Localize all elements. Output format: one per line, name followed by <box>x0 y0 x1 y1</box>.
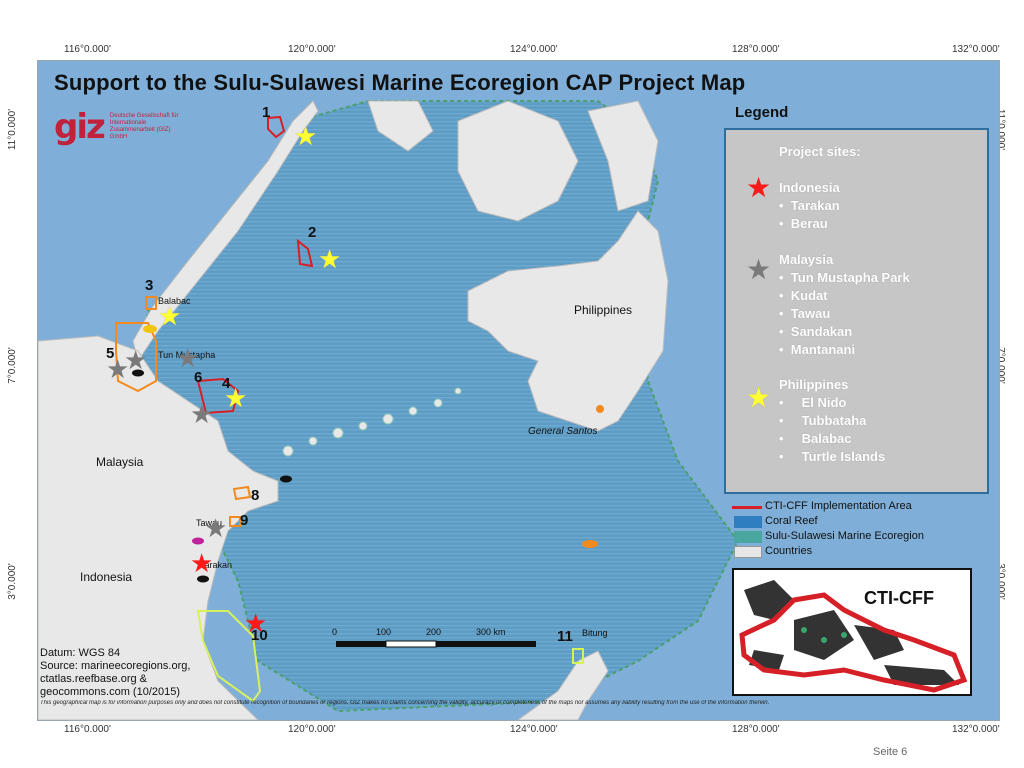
legend-site-turtle-islands: • Turtle Islands <box>779 449 886 464</box>
legend-site-kudat: • Kudat <box>779 288 828 303</box>
star-indonesia-berau: ★ <box>244 608 268 638</box>
scale-bar <box>336 640 536 648</box>
datum-source: Datum: WGS 84 Source: marineecoregions.o… <box>40 647 191 698</box>
coord-top-124: 124°0.000' <box>510 44 558 55</box>
key-label-ecoregion: Sulu-Sulawesi Marine Ecoregion <box>765 530 924 542</box>
coord-bottom-128: 128°0.000' <box>732 724 780 735</box>
key-label-countries: Countries <box>765 545 813 557</box>
inset-map <box>734 570 970 694</box>
star-philippines-balabac: ★ <box>158 301 182 331</box>
coord-left-3: 3°0.000' <box>6 563 18 600</box>
legend-site-berau: • Berau <box>779 216 828 231</box>
legend-site-mantanani: • Mantanani <box>779 342 856 357</box>
star-philippines-el-nido: ★ <box>294 121 318 151</box>
key-swatch-coral <box>734 516 762 528</box>
coord-bottom-124: 124°0.000' <box>510 724 558 735</box>
coord-bottom-132: 132°0.000' <box>952 724 1000 735</box>
coord-left-11: 11°0.000' <box>7 108 19 151</box>
star-malaysia-kudat: ★ <box>176 343 200 373</box>
legend-site-tun-mustapha: • Tun Mustapha Park <box>779 270 910 285</box>
coord-top-132: 132°0.000' <box>952 44 1000 55</box>
scale-label-300km: 300 km <box>476 627 506 637</box>
inset-title: CTI-CFF <box>864 588 934 608</box>
label-general-santos: General Santos <box>528 426 598 437</box>
legend-site-tarakan: • Tarakan <box>779 198 840 213</box>
legend-site-tawau: • Tawau <box>779 306 831 321</box>
site-number-1: 1 <box>262 104 271 121</box>
giz-logo: giz <box>54 107 106 147</box>
scale-label-100: 100 <box>376 627 392 637</box>
giz-logo-block: giz Deutsche Gesellschaft für Internatio… <box>54 110 180 144</box>
star-malaysia-tawau: ★ <box>204 513 228 543</box>
label-philippines: Philippines <box>574 303 633 317</box>
site-number-11: 11 <box>557 628 573 645</box>
site-number-2: 2 <box>308 224 317 241</box>
site-number-8: 8 <box>251 487 260 504</box>
legend-site-balabac: • Balabac <box>779 431 852 446</box>
key-swatch-ecoregion <box>734 531 762 543</box>
legend-title: Legend <box>735 104 789 121</box>
legend-star-philippines: ★ <box>746 382 772 413</box>
legend-star-malaysia: ★ <box>746 254 772 285</box>
site-number-3: 3 <box>145 277 154 294</box>
star-philippines-turtle-islands: ★ <box>224 383 248 413</box>
map-title: Support to the Sulu-Sulawesi Marine Ecor… <box>54 70 746 95</box>
coord-left-7: 7°0.000' <box>6 347 18 384</box>
giz-org-text: Deutsche Gesellschaft für Internationale… <box>109 113 179 140</box>
legend-site-sandakan: • Sandakan <box>779 324 853 339</box>
coord-top-116: 116°0.000' <box>64 44 111 55</box>
star-philippines-tubbataha: ★ <box>318 244 342 274</box>
key-label-cti: CTI-CFF Implementation Area <box>765 500 912 512</box>
key-swatch-cti <box>732 506 762 509</box>
legend-country-malaysia: Malaysia <box>779 252 834 267</box>
legend-site-el-nido: • El Nido <box>779 395 847 410</box>
star-malaysia-tun-mustapha: ★ <box>124 345 148 375</box>
legend-box: Project sites: ★ Indonesia • Tarakan • B… <box>724 128 989 494</box>
scale-label-200: 200 <box>426 627 442 637</box>
legend-country-philippines: Philippines <box>779 377 849 392</box>
key-label-coral: Coral Reef <box>765 515 818 527</box>
disclaimer-text: This geographical map is for information… <box>40 700 770 706</box>
star-malaysia-sandakan: ★ <box>190 399 214 429</box>
scale-label-0: 0 <box>332 627 338 637</box>
label-indonesia: Indonesia <box>80 570 133 584</box>
page-footer: Seite 6 <box>873 746 908 758</box>
legend-site-tubbataha: • Tubbataha <box>779 413 867 428</box>
key-swatch-countries <box>734 546 762 558</box>
site-number-9: 9 <box>240 512 249 529</box>
coord-bottom-120: 120°0.000' <box>288 724 336 735</box>
coord-top-120: 120°0.000' <box>288 44 336 55</box>
label-bitung: Bitung <box>582 628 608 638</box>
coord-bottom-116: 116°0.000' <box>64 724 111 735</box>
coord-top-128: 128°0.000' <box>732 44 780 55</box>
cti-cff-inset: CTI-CFF <box>732 568 972 696</box>
legend-country-indonesia: Indonesia <box>779 180 840 195</box>
label-malaysia: Malaysia <box>96 455 144 469</box>
star-indonesia-tarakan: ★ <box>190 548 214 578</box>
legend-star-indonesia: ★ <box>746 172 772 203</box>
legend-project-sites: Project sites: <box>779 144 861 159</box>
